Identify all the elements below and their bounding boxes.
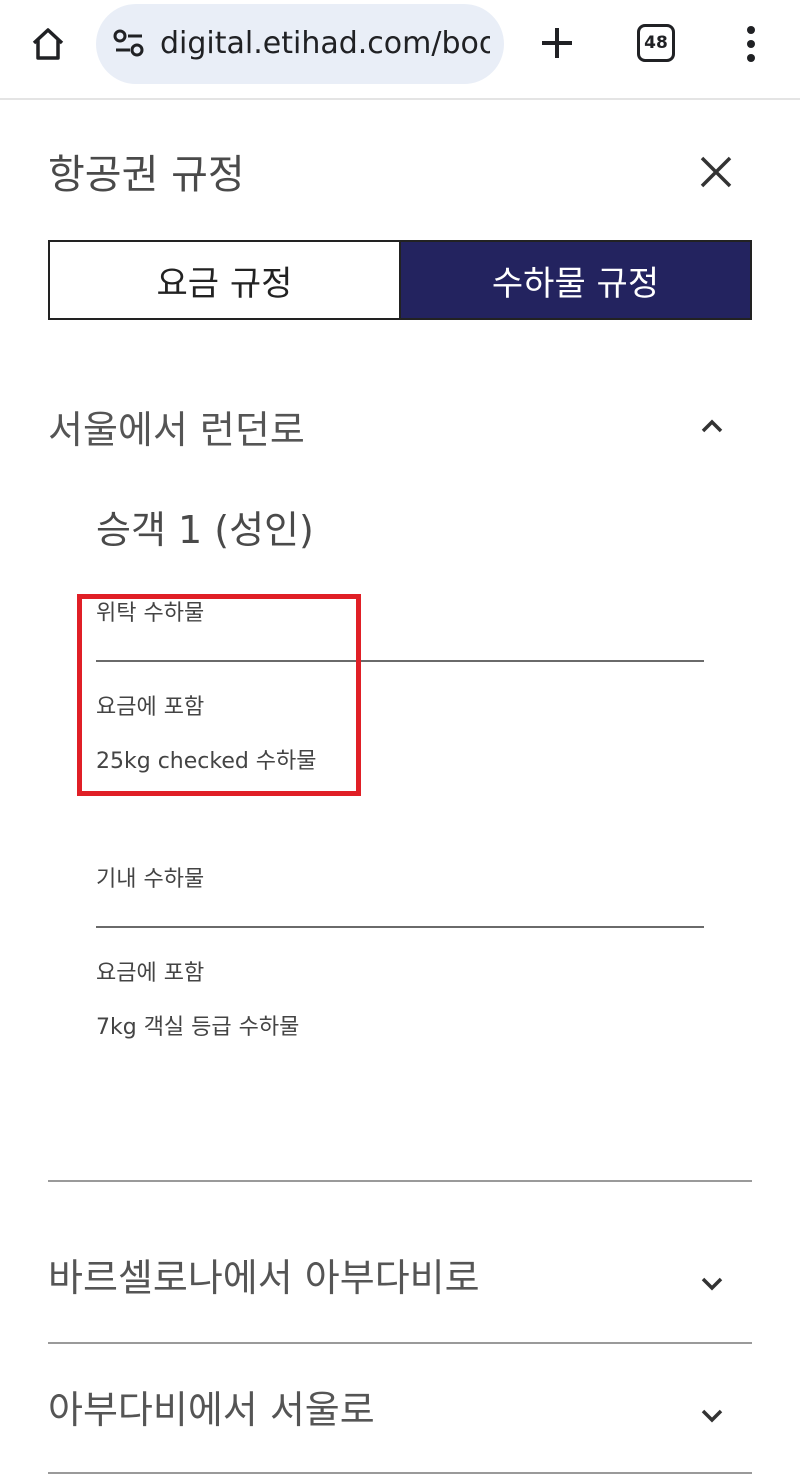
close-icon[interactable] (696, 152, 736, 192)
tab-baggage-rules[interactable]: 수하물 규정 (401, 242, 750, 318)
segment-header-seoul-london[interactable]: 서울에서 런던로 (48, 402, 305, 458)
rules-tabs: 요금 규정 수하물 규정 (48, 240, 752, 320)
tab-switcher-icon[interactable]: 48 (637, 24, 675, 62)
plus-icon[interactable] (534, 20, 580, 66)
section-divider (48, 1342, 752, 1344)
chevron-up-icon[interactable] (698, 412, 726, 440)
segment-header-barcelona-abudhabi[interactable]: 바르셀로나에서 아부다비로 (48, 1250, 480, 1306)
segment-header-abudhabi-seoul[interactable]: 아부다비에서 서울로 (48, 1382, 375, 1438)
more-vert-icon[interactable] (736, 22, 766, 66)
tab-fare-rules[interactable]: 요금 규정 (50, 242, 401, 318)
site-settings-icon[interactable] (112, 26, 146, 60)
cabin-baggage-heading: 기내 수하물 (96, 867, 205, 892)
passenger-title: 승객 1 (성인) (96, 508, 314, 552)
highlight-box (77, 594, 361, 796)
url-text[interactable]: digital.etihad.com/booking (160, 22, 490, 66)
divider (96, 926, 704, 928)
section-divider (48, 1472, 752, 1474)
cabin-baggage-detail: 7kg 객실 등급 수하물 (96, 1015, 300, 1040)
home-icon[interactable] (22, 18, 74, 70)
chevron-down-icon[interactable] (698, 1402, 726, 1430)
page-title: 항공권 규정 (48, 152, 245, 198)
chevron-down-icon[interactable] (698, 1270, 726, 1298)
cabin-baggage-status: 요금에 포함 (96, 961, 205, 986)
section-divider (48, 1180, 752, 1182)
